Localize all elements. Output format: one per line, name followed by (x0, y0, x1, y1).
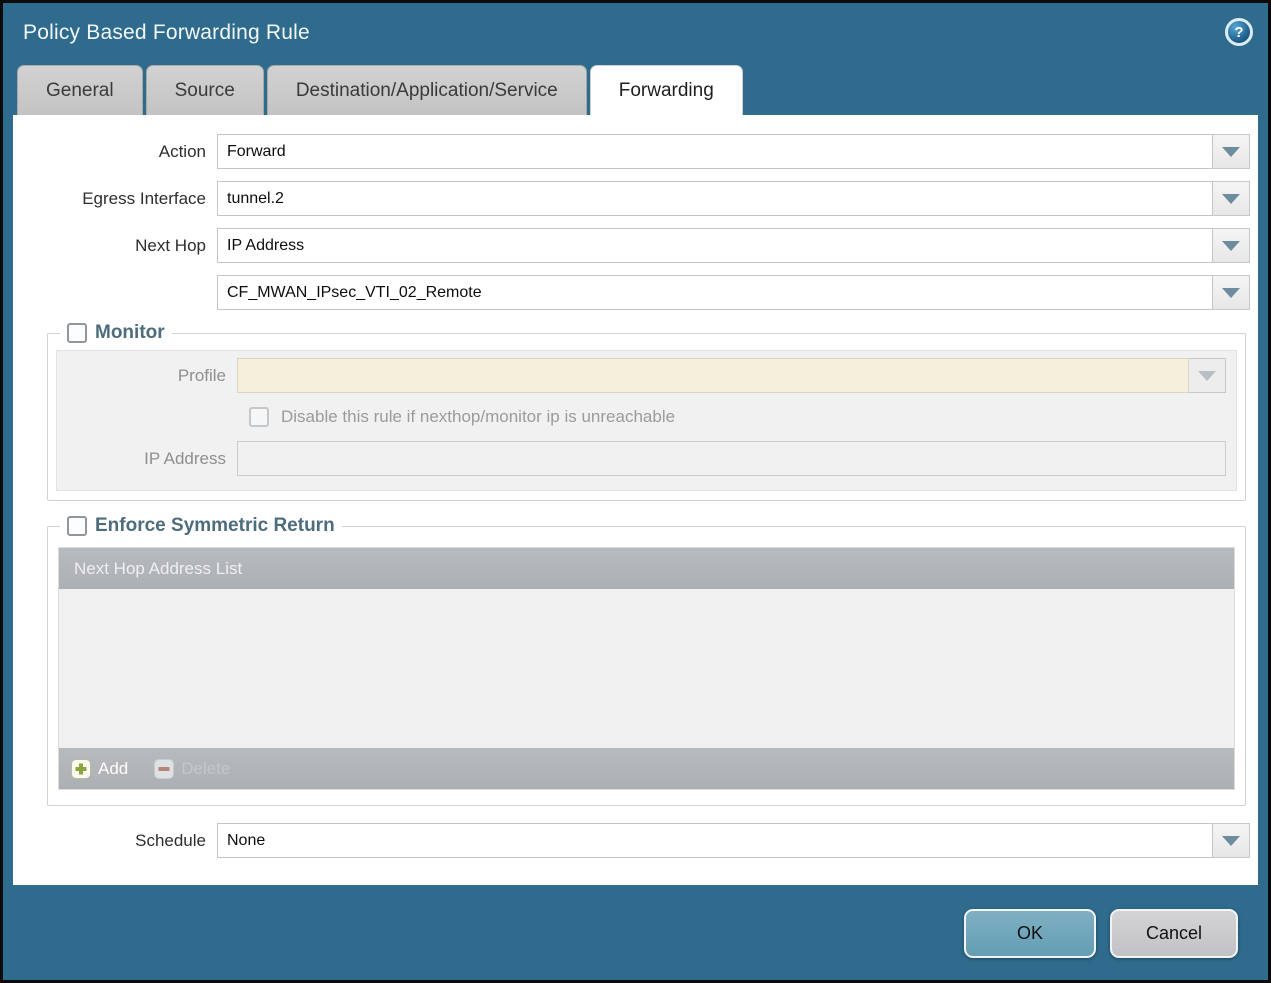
action-dropdown-button[interactable] (1213, 134, 1250, 169)
dialog-footer: OK Cancel (3, 885, 1268, 981)
tab-destination-application-service[interactable]: Destination/Application/Service (267, 65, 587, 115)
delete-button[interactable]: Delete (154, 759, 230, 779)
tab-forwarding[interactable]: Forwarding (590, 65, 743, 115)
next-hop-type-input[interactable] (217, 228, 1213, 263)
chevron-down-icon (1222, 836, 1240, 846)
schedule-dropdown-button[interactable] (1213, 823, 1250, 858)
add-button-label: Add (98, 759, 128, 779)
profile-dropdown-button (1189, 358, 1226, 393)
forwarding-tab-panel: Action Egress Interface Next Hop (13, 115, 1258, 885)
cancel-button[interactable]: Cancel (1110, 909, 1238, 958)
disable-rule-label: Disable this rule if nexthop/monitor ip … (281, 407, 675, 427)
monitor-legend-label: Monitor (95, 322, 165, 344)
action-row: Action (25, 134, 1250, 169)
next-hop-address-list-body[interactable] (59, 589, 1234, 748)
monitor-legend: Monitor (60, 322, 172, 344)
next-hop-address-row (25, 275, 1250, 310)
symmetric-return-checkbox[interactable] (67, 516, 87, 536)
next-hop-address-dropdown-button[interactable] (1213, 275, 1250, 310)
monitor-ip-address-label: IP Address (57, 449, 237, 469)
minus-icon (154, 759, 174, 779)
profile-row: Profile (57, 358, 1226, 393)
profile-input (237, 358, 1189, 393)
next-hop-address-list-footer: Add Delete (59, 748, 1234, 789)
plus-icon (71, 759, 91, 779)
help-question-icon[interactable]: ? (1225, 18, 1253, 46)
chevron-down-icon (1222, 147, 1240, 157)
monitor-checkbox[interactable] (67, 323, 87, 343)
egress-interface-label: Egress Interface (25, 189, 217, 209)
schedule-label: Schedule (25, 831, 217, 851)
profile-label: Profile (57, 366, 237, 386)
symmetric-return-legend-label: Enforce Symmetric Return (95, 515, 335, 537)
symmetric-return-legend: Enforce Symmetric Return (60, 515, 342, 537)
chevron-down-icon (1222, 194, 1240, 204)
ok-button[interactable]: OK (964, 909, 1096, 958)
monitor-panel: Profile Disable this rule if nexthop/mon… (56, 350, 1237, 491)
monitor-ip-address-input (237, 441, 1226, 476)
schedule-input[interactable] (217, 823, 1213, 858)
next-hop-address-list-header: Next Hop Address List (59, 548, 1234, 589)
policy-forwarding-dialog: Policy Based Forwarding Rule ? General S… (0, 0, 1271, 983)
tab-bar: General Source Destination/Application/S… (3, 65, 1268, 115)
disable-rule-row: Disable this rule if nexthop/monitor ip … (57, 407, 1226, 427)
next-hop-address-input[interactable] (217, 275, 1213, 310)
action-input[interactable] (217, 134, 1213, 169)
dialog-titlebar: Policy Based Forwarding Rule ? (3, 3, 1268, 65)
delete-button-label: Delete (181, 759, 230, 779)
monitor-fieldset: Monitor Profile Disable this rule if nex… (47, 322, 1246, 501)
monitor-ip-address-row: IP Address (57, 441, 1226, 476)
schedule-row: Schedule (25, 823, 1250, 858)
tab-source[interactable]: Source (146, 65, 264, 115)
next-hop-address-list-header-label: Next Hop Address List (74, 559, 242, 579)
next-hop-address-list-table: Next Hop Address List Add (58, 547, 1235, 790)
disable-rule-checkbox (249, 407, 269, 427)
next-hop-row: Next Hop (25, 228, 1250, 263)
chevron-down-icon (1222, 241, 1240, 251)
tab-general[interactable]: General (17, 65, 143, 115)
symmetric-return-fieldset: Enforce Symmetric Return Next Hop Addres… (47, 515, 1246, 806)
egress-interface-dropdown-button[interactable] (1213, 181, 1250, 216)
egress-interface-input[interactable] (217, 181, 1213, 216)
next-hop-type-dropdown-button[interactable] (1213, 228, 1250, 263)
chevron-down-icon (1198, 371, 1216, 381)
chevron-down-icon (1222, 288, 1240, 298)
add-button[interactable]: Add (71, 759, 128, 779)
action-label: Action (25, 142, 217, 162)
dialog-title: Policy Based Forwarding Rule (23, 21, 1248, 45)
next-hop-label: Next Hop (25, 236, 217, 256)
egress-interface-row: Egress Interface (25, 181, 1250, 216)
